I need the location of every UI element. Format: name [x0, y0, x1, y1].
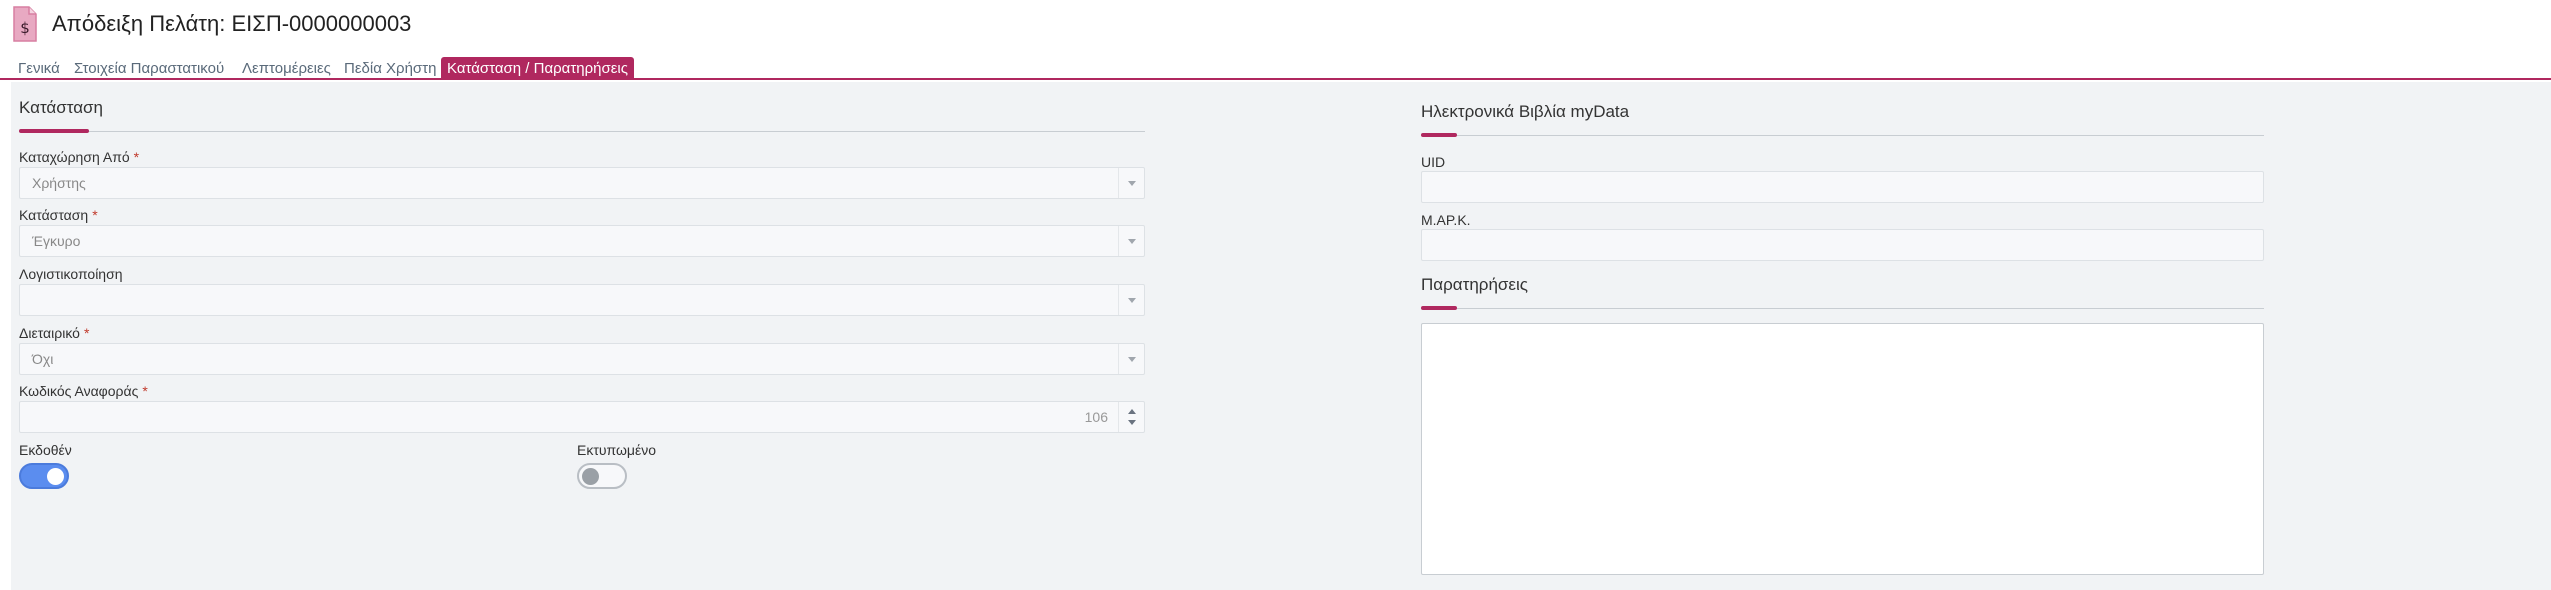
registered-by-value: Χρήστης [32, 175, 86, 191]
accounting-select[interactable] [19, 284, 1145, 316]
mydata-section-title: Ηλεκτρονικά Βιβλία myData [1421, 102, 1630, 121]
clearing-select[interactable]: Όχι [19, 343, 1145, 375]
clearing-label: Διεταιρικό * [19, 325, 90, 341]
section-divider [1421, 308, 2264, 309]
chevron-down-icon[interactable] [1118, 168, 1144, 198]
accounting-label: Λογιστικοποίηση [19, 266, 123, 282]
status-select[interactable]: Έγκυρο [19, 225, 1145, 257]
printed-toggle[interactable] [577, 463, 627, 489]
section-accent [19, 129, 89, 133]
tab-general[interactable]: Γενικά [12, 57, 66, 80]
reference-code-label: Κωδικός Αναφοράς * [19, 383, 148, 399]
page-title: Απόδειξη Πελάτη: ΕΙΣΠ-0000000003 [52, 11, 412, 36]
tab-details[interactable]: Λεπτομέρειες [236, 57, 337, 80]
notes-section-title: Παρατηρήσεις [1421, 275, 1528, 294]
clearing-value: Όχι [32, 351, 54, 367]
status-value: Έγκυρο [32, 233, 81, 249]
section-divider [1421, 135, 2264, 136]
registered-by-select[interactable]: Χρήστης [19, 167, 1145, 199]
tab-user-fields[interactable]: Πεδία Χρήστη [338, 57, 442, 80]
page-header: $ Απόδειξη Πελάτη: ΕΙΣΠ-0000000003 [0, 0, 2551, 50]
registered-by-label: Καταχώρηση Από * [19, 149, 140, 165]
mark-input[interactable] [1421, 229, 2264, 261]
status-section-title: Κατάσταση [19, 98, 104, 117]
mark-label: Μ.ΑΡ.Κ. [1421, 212, 1471, 228]
status-label: Κατάσταση * [19, 207, 98, 223]
uid-input[interactable] [1421, 171, 2264, 203]
chevron-down-icon[interactable] [1118, 226, 1144, 256]
chevron-down-icon[interactable] [1118, 344, 1144, 374]
tab-document-details[interactable]: Στοιχεία Παραστατικού [68, 57, 230, 80]
issued-label: Εκδοθέν [19, 442, 72, 458]
section-accent [1421, 133, 1457, 137]
svg-text:$: $ [20, 19, 30, 37]
reference-code-value: 106 [1084, 409, 1108, 425]
reference-code-input[interactable]: 106 [19, 401, 1145, 433]
printed-label: Εκτυπωμένο [577, 442, 657, 458]
issued-toggle[interactable] [19, 463, 69, 489]
content-panel: Κατάσταση Καταχώρηση Από * Χρήστης Κατάστ… [11, 82, 2551, 590]
notes-textarea[interactable] [1421, 323, 2264, 575]
toggle-knob [582, 468, 599, 485]
section-divider [19, 131, 1145, 132]
chevron-down-icon[interactable] [1118, 285, 1144, 315]
section-accent [1421, 306, 1457, 310]
uid-label: UID [1421, 154, 1446, 170]
number-spinner[interactable] [1118, 402, 1144, 432]
toggle-knob [47, 468, 64, 485]
tab-status-notes[interactable]: Κατάσταση / Παρατηρήσεις [441, 57, 634, 80]
tab-bar: Γενικά Στοιχεία Παραστατικού Λεπτομέρειε… [0, 55, 2551, 80]
spin-up-icon[interactable] [1128, 409, 1136, 414]
receipt-dollar-icon: $ [13, 6, 37, 42]
spin-down-icon[interactable] [1128, 420, 1136, 425]
